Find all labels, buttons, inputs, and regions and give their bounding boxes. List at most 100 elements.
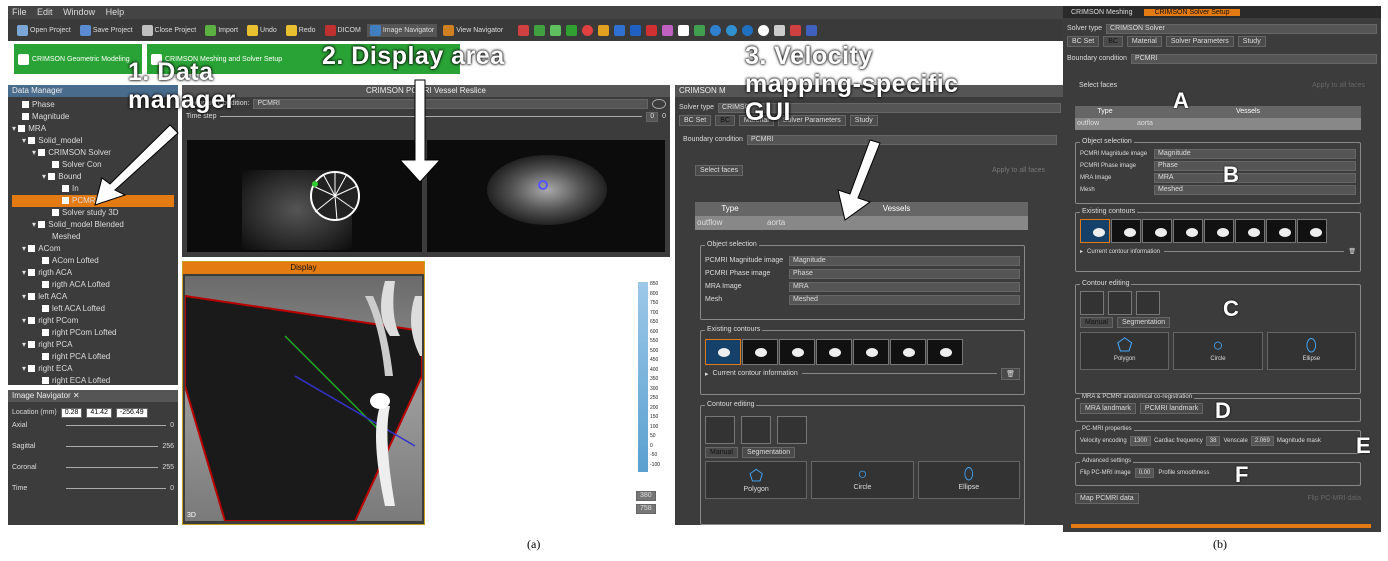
b-multi-contour-icon[interactable] (1136, 291, 1160, 315)
b-contour-thumb-7[interactable] (1266, 219, 1296, 243)
b-table-row[interactable]: outflow aorta (1075, 118, 1361, 130)
contour-thumb-4[interactable] (816, 339, 852, 365)
contour-thumb-7[interactable] (927, 339, 963, 365)
b-venscale-input[interactable]: 2.069 (1250, 435, 1274, 446)
scale-min-value[interactable]: 380 (636, 491, 656, 501)
contour-thumb-2[interactable] (742, 339, 778, 365)
tree-item-left-aca-lofted[interactable]: left ACA Lofted (12, 303, 174, 315)
add-contour-icon[interactable] (705, 416, 735, 444)
b-circle-button[interactable]: ○ Circle (1173, 332, 1263, 370)
b-map-pcmri-button[interactable]: Map PCMRI data (1075, 493, 1139, 504)
color-scale-bar (638, 282, 648, 472)
b-magnitude-select[interactable]: Magnitude (1154, 149, 1356, 159)
b-tab-material[interactable]: Material (1126, 36, 1162, 47)
tree-item-right-pcom[interactable]: ▾ right PCom (12, 315, 174, 327)
b-card-freq-input[interactable]: 38 (1205, 435, 1221, 446)
tree-item-right-pca-lofted[interactable]: right PCA Lofted (12, 351, 174, 363)
circle-button[interactable]: ○ Circle (811, 461, 914, 499)
coronal-slider[interactable] (66, 467, 159, 468)
b-shape-buttons: ⬠ Polygon ○ Circle ⬯ Ellipse (1076, 328, 1360, 374)
b-trash-icon[interactable]: 🗑 (1348, 248, 1356, 255)
b-object-rows: PCMRI Magnitude image Magnitude PCMRI Pha… (1076, 143, 1360, 196)
b-map-row: Map PCMRI data Flip PC-MRI data (1075, 492, 1361, 505)
scale-tick: 400 (650, 366, 659, 373)
tree-item-right-eca-lofted[interactable]: right ECA Lofted (12, 375, 174, 387)
3d-view[interactable]: 3D (184, 276, 430, 522)
b-pcmri-landmark-button[interactable]: PCMRI landmark (1139, 403, 1204, 414)
b-solver-type-row: Solver type CRIMSON Solver (1063, 22, 1381, 35)
b-tab-manual[interactable]: Manual (1080, 317, 1113, 328)
tab-manual[interactable]: Manual (705, 447, 738, 458)
b-contour-thumb-8[interactable] (1297, 219, 1327, 243)
b-tab-segmentation[interactable]: Segmentation (1116, 317, 1171, 328)
b-tab-study[interactable]: Study (1237, 36, 1266, 47)
contour-thumb-6[interactable] (890, 339, 926, 365)
annotation-arrows (94, 79, 881, 221)
time-slider[interactable] (66, 488, 167, 489)
b-select-faces-button[interactable]: Select faces (1079, 82, 1117, 89)
b-contour-thumb-5[interactable] (1204, 219, 1234, 243)
location-x-input[interactable]: 0.28 (60, 407, 83, 418)
b-flip-checkbox[interactable]: Flip PC-MRI image (1080, 470, 1131, 476)
existing-contours-group: Existing contours ▸ Current contour info… (700, 326, 1025, 395)
b-phase-select[interactable]: Phase (1154, 161, 1356, 171)
b-smoothness-input[interactable]: 0.00 (1134, 467, 1155, 478)
b-contour-thumb-4[interactable] (1173, 219, 1203, 243)
b-contour-info-row[interactable]: ▸ Current contour information 🗑 (1076, 245, 1360, 258)
multi-contour-icon[interactable] (777, 416, 807, 444)
b-pcmri-props-row: Velocity encoding 1300 Cardiac frequency 3… (1076, 431, 1360, 446)
b-mra-select[interactable]: MRA (1154, 173, 1356, 183)
b-table-header-vessels: Vessels (1235, 108, 1261, 115)
b-scrollbar[interactable] (1071, 524, 1371, 528)
velocity-color-scale: 850 800 750 700 650 600 550 500 450 400 350 300 250 2… (634, 278, 672, 518)
sagittal-label: Sagittal (12, 443, 36, 450)
coronal-value[interactable]: 255 (162, 464, 174, 471)
tree-item-right-eca[interactable]: ▾ right ECA (12, 363, 174, 375)
b-object-selection-title: Object selection (1080, 138, 1134, 145)
b-vel-enc-input[interactable]: 1300 (1129, 435, 1152, 446)
b-tab-bc[interactable]: BC (1103, 36, 1123, 47)
trash-icon[interactable]: 🗑 (1001, 367, 1020, 380)
label-c: C (1223, 296, 1239, 321)
location-z-input[interactable]: -256.49 (115, 407, 148, 418)
tab-crimson-meshing[interactable]: CRIMSON Meshing (1063, 9, 1140, 16)
tab-crimson-solver-setup[interactable]: CRIMSON Solver Setup (1144, 8, 1240, 16)
b-contour-thumb-1[interactable] (1080, 219, 1110, 243)
interpolate-contour-icon[interactable] (741, 416, 771, 444)
polygon-button[interactable]: ⬠ Polygon (705, 461, 808, 499)
image-navigator-header: Image Navigator ✕ (8, 390, 178, 402)
sagittal-value[interactable]: 256 (162, 443, 174, 450)
b-bc-field[interactable]: PCMRI (1130, 53, 1377, 64)
tree-item-right-pcom-lofted[interactable]: right PCom Lofted (12, 327, 174, 339)
b-contour-thumb-6[interactable] (1235, 219, 1265, 243)
contour-editing-title: Contour editing (705, 401, 757, 408)
ellipse-button[interactable]: ⬯ Ellipse (917, 461, 1020, 499)
b-mesh-select[interactable]: Meshed (1154, 185, 1356, 195)
b-mra-landmark-button[interactable]: MRA landmark (1080, 403, 1136, 414)
axial-value[interactable]: 0 (170, 422, 174, 429)
b-apply-all-checkbox[interactable]: Apply to all faces (1312, 82, 1365, 89)
b-contour-thumb-2[interactable] (1111, 219, 1141, 243)
contour-thumb-3[interactable] (779, 339, 815, 365)
time-value[interactable]: 0 (170, 485, 174, 492)
b-add-contour-icon[interactable] (1080, 291, 1104, 315)
b-editing-tools (1076, 285, 1360, 315)
b-mag-mask-checkbox[interactable]: Magnitude mask (1277, 438, 1321, 444)
b-contour-thumb-3[interactable] (1142, 219, 1172, 243)
b-ellipse-button[interactable]: ⬯ Ellipse (1266, 332, 1356, 370)
tab-segmentation[interactable]: Segmentation (741, 447, 796, 458)
scale-max-value[interactable]: 758 (636, 504, 656, 514)
b-tab-solver-parameters[interactable]: Solver Parameters (1165, 36, 1234, 47)
contour-info-row[interactable]: ▸ Current contour information 🗑 (701, 367, 1024, 380)
contour-thumb-5[interactable] (853, 339, 889, 365)
b-flip-data-checkbox[interactable]: Flip PC-MRI data (1307, 495, 1361, 502)
contour-thumb-1[interactable] (705, 339, 741, 365)
location-y-input[interactable]: 41.42 (86, 407, 112, 418)
b-interpolate-contour-icon[interactable] (1108, 291, 1132, 315)
b-solver-type-field[interactable]: CRIMSON Solver (1106, 23, 1377, 34)
b-tab-bc-set[interactable]: BC Set (1067, 36, 1100, 47)
sagittal-slider[interactable] (66, 446, 159, 447)
tree-item-right-pca[interactable]: ▾ right PCA (12, 339, 174, 351)
axial-slider[interactable] (66, 425, 167, 426)
b-polygon-button[interactable]: ⬠ Polygon (1080, 332, 1170, 370)
